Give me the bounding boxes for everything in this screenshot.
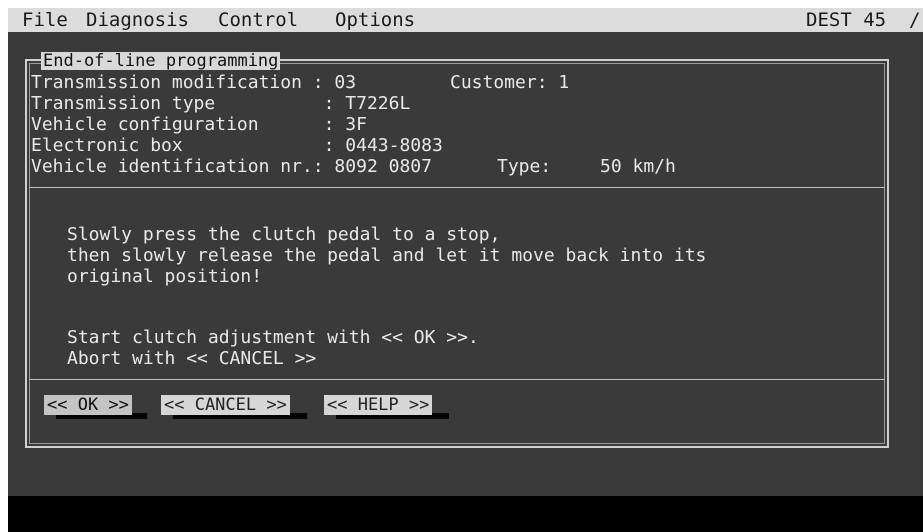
transmission-type-row: Transmission type : T7226L (31, 93, 411, 114)
vehicle-configuration-row: Vehicle configuration : 3F (31, 114, 367, 135)
abort-prompt: Abort with << CANCEL >> (67, 348, 317, 369)
menu-control[interactable]: Control (216, 8, 300, 32)
separator-bottom (29, 379, 885, 380)
vehicle-identification-row: Vehicle identification nr.: 8092 0807 (31, 156, 432, 177)
menu-diagnosis[interactable]: Diagnosis (84, 8, 191, 32)
start-prompt: Start clutch adjustment with << OK >>. (67, 327, 479, 348)
separator-top (29, 187, 885, 188)
electronic-box-row: Electronic box : 0443-8083 (31, 135, 443, 156)
instruction-line-1: Slowly press the clutch pedal to a stop, (67, 224, 501, 245)
instruction-line-3: original position! (67, 266, 263, 287)
cancel-button[interactable]: << CANCEL >> (161, 395, 290, 415)
status-band (8, 496, 923, 532)
type-label: Type: (497, 156, 552, 177)
menu-bar: File Diagnosis Control Options DEST 45 / (8, 8, 923, 32)
transmission-modification-row: Transmission modification : 03 (31, 72, 357, 93)
dos-screen: File Diagnosis Control Options DEST 45 /… (8, 8, 923, 532)
device-label: DEST 45 / (806, 9, 921, 31)
customer-value: Customer: 1 (450, 72, 570, 93)
menu-options[interactable]: Options (333, 8, 417, 32)
instruction-line-2: then slowly release the pedal and let it… (67, 245, 707, 266)
end-of-line-dialog: End-of-line programming Transmission mod… (25, 52, 889, 448)
dialog-title: End-of-line programming (41, 51, 281, 71)
help-button[interactable]: << HELP >> (324, 395, 433, 415)
type-value: 50 km/h (600, 156, 676, 177)
ok-button[interactable]: << OK >> (44, 395, 132, 415)
menu-file[interactable]: File (20, 8, 70, 32)
